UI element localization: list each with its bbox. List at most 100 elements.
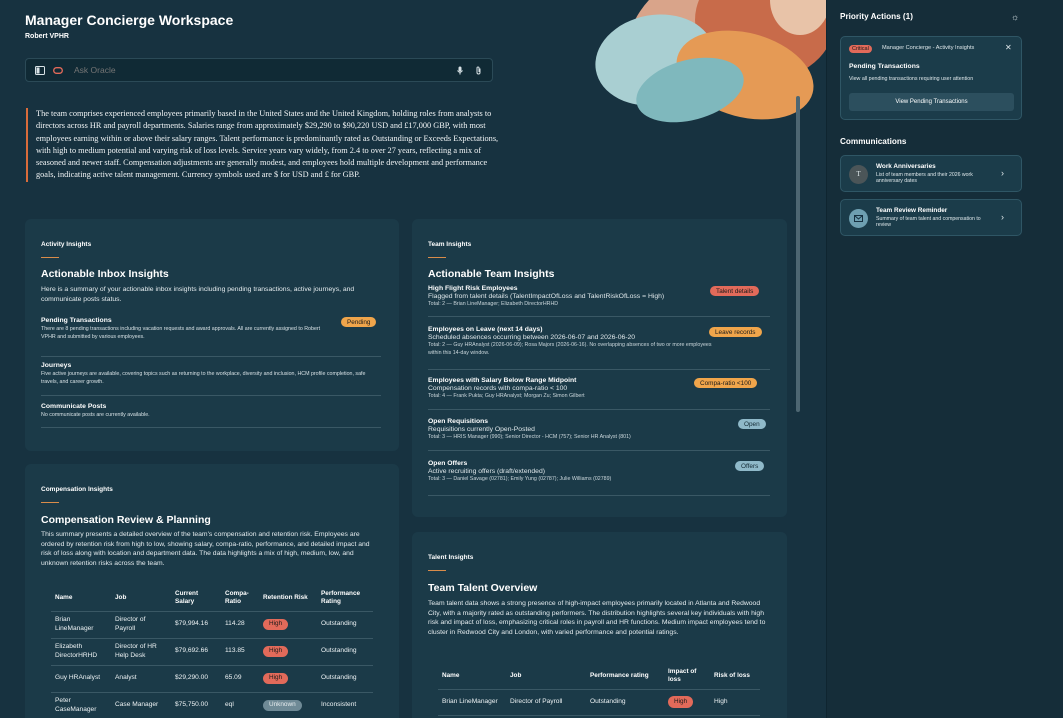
cell-rating: Outstanding: [586, 689, 664, 716]
ask-oracle-input[interactable]: [74, 65, 448, 75]
item-title: Open Offers: [428, 460, 468, 467]
list-item[interactable]: Pending Transactions There are 8 pending…: [41, 317, 381, 357]
activity-description: Here is a summary of your actionable inb…: [41, 286, 355, 303]
compensation-description: This summary presents a detailed overvie…: [41, 531, 370, 567]
communication-description: List of team members and their 2026 work…: [876, 172, 973, 185]
communication-item-work-anniversaries[interactable]: T Work Anniversaries List of team member…: [840, 155, 1022, 192]
view-pending-transactions-button[interactable]: View Pending Transactions: [849, 93, 1014, 111]
list-item[interactable]: Journeys Five active journeys are availa…: [41, 362, 381, 396]
column-header: Risk of loss: [710, 664, 760, 690]
column-header: Job: [111, 586, 171, 612]
item-text: Total: 3 — Daniel Savage (02781); Emily …: [428, 476, 612, 482]
table-row[interactable]: Brian LineManager Director of Payroll $7…: [51, 611, 373, 639]
panel-toggle-icon[interactable]: [34, 64, 46, 76]
item-title: Pending Transactions: [41, 317, 112, 324]
cell-rating: Outstanding: [317, 638, 373, 666]
table-row[interactable]: Brian LineManager Director of Payroll Ou…: [438, 689, 760, 716]
column-header: Name: [438, 664, 506, 690]
column-header: Name: [51, 586, 111, 612]
item-text: There are 8 pending transactions includi…: [41, 326, 321, 340]
list-item[interactable]: Open Offers Active recruiting offers (dr…: [428, 460, 770, 496]
team-kicker: Team Insights: [428, 241, 472, 248]
item-title: Open Requisitions: [428, 418, 489, 425]
item-text: Total: 2 — Brian LineManager; Elizabeth …: [428, 301, 559, 307]
item-text: Total: 3 — HRIS Manager (990); Senior Di…: [428, 434, 631, 440]
cell-name: Brian LineManager: [51, 611, 111, 639]
cell-name: Elizabeth DirectorHRHD: [51, 638, 111, 666]
kicker-divider: [428, 570, 446, 571]
communication-title: Work Anniversaries: [876, 163, 936, 170]
item-subtitle: Requisitions currently Open-Posted: [428, 426, 535, 433]
status-badge: Leave records: [709, 327, 762, 337]
column-header: Retention Risk: [259, 586, 317, 612]
critical-badge: Critical: [849, 45, 872, 53]
item-title: Communicate Posts: [41, 403, 107, 410]
status-badge: Compa-ratio <100: [694, 378, 758, 388]
column-header: Job: [506, 664, 586, 690]
risk-badge: High: [263, 618, 289, 631]
priority-card-description: View all pending transactions requiring …: [849, 76, 974, 82]
cell-name: Brian LineManager: [438, 689, 506, 716]
cell-job: Director of HR Help Desk: [111, 638, 171, 666]
right-panel: Priority Actions (1) ☼ Critical Manager …: [826, 0, 1063, 718]
cell-risk: Unknown: [259, 692, 317, 718]
table-row[interactable]: Peter CaseManager Case Manager $75,750.0…: [51, 692, 373, 718]
user-name: Robert VPHR: [25, 33, 69, 40]
cell-ratio: eql: [221, 692, 259, 718]
item-text: Total: 2 — Guy HRAnalyst (2026-06-09); R…: [428, 342, 712, 356]
communication-title: Team Review Reminder: [876, 207, 948, 214]
compensation-insights-card: Compensation Insights Compensation Revie…: [25, 464, 399, 718]
cell-risk: High: [259, 665, 317, 693]
close-icon[interactable]: ✕: [1005, 43, 1012, 52]
column-header: Current Salary: [171, 586, 221, 612]
cell-name: Guy HRAnalyst: [51, 665, 111, 693]
scrollbar[interactable]: [796, 96, 800, 412]
attachment-icon[interactable]: [472, 64, 484, 76]
status-badge: Offers: [735, 461, 765, 471]
microphone-icon[interactable]: [454, 64, 466, 76]
cell-job: Director of Payroll: [506, 689, 586, 716]
chevron-right-icon: ›: [1001, 168, 1004, 178]
table-row[interactable]: Guy HRAnalyst Analyst $29,290.00 65.09 H…: [51, 665, 373, 693]
cell-job: Case Manager: [111, 692, 171, 718]
column-header: Compa-Ratio: [221, 586, 259, 612]
settings-icon[interactable]: ☼: [1011, 12, 1019, 22]
kicker-divider: [428, 257, 446, 258]
team-insights-card: Team Insights Actionable Team Insights H…: [412, 219, 787, 517]
list-item[interactable]: Employees on Leave (next 14 days) Schedu…: [428, 326, 770, 370]
cell-impact: High: [664, 689, 710, 716]
list-item[interactable]: Employees with Salary Below Range Midpoi…: [428, 377, 770, 410]
item-text: Five active journeys are available, cove…: [41, 371, 366, 385]
cell-risk: High: [259, 638, 317, 666]
page-title: Manager Concierge Workspace: [25, 12, 234, 28]
item-subtitle: Active recruiting offers (draft/extended…: [428, 468, 545, 475]
cell-ratio: 113.85: [221, 638, 259, 666]
compensation-kicker: Compensation Insights: [41, 486, 113, 493]
chevron-right-icon: ›: [1001, 212, 1004, 222]
communications-heading: Communications: [840, 137, 907, 146]
compensation-table: Name Job Current Salary Compa-Ratio Rete…: [51, 586, 373, 718]
communication-item-team-review[interactable]: Team Review Reminder Summary of team tal…: [840, 199, 1022, 236]
talent-table: Name Job Performance rating Impact of lo…: [438, 664, 760, 716]
table-row[interactable]: Elizabeth DirectorHRHD Director of HR He…: [51, 638, 373, 666]
column-header: Performance rating: [586, 664, 664, 690]
list-item[interactable]: High Flight Risk Employees Flagged from …: [428, 285, 770, 317]
risk-badge: High: [263, 645, 289, 658]
cell-job: Analyst: [111, 665, 171, 693]
team-summary-text: The team comprises experienced employees…: [26, 108, 506, 182]
risk-badge: Unknown: [263, 699, 302, 712]
status-badge: Open: [738, 419, 766, 429]
team-title: Actionable Team Insights: [428, 268, 555, 280]
compensation-title: Compensation Review & Planning: [41, 514, 211, 526]
activity-kicker: Activity Insights: [41, 241, 92, 248]
cell-risk: High: [710, 689, 760, 716]
priority-source: Manager Concierge - Activity Insights: [882, 45, 975, 51]
list-item[interactable]: Open Requisitions Requisitions currently…: [428, 418, 770, 451]
item-text: Total: 4 — Frank Pukta; Guy HRAnalyst; M…: [428, 393, 585, 399]
ask-oracle-bar[interactable]: [25, 58, 493, 82]
activity-title: Actionable Inbox Insights: [41, 268, 169, 280]
status-badge: Talent details: [710, 286, 760, 296]
list-item[interactable]: Communicate Posts No communicate posts a…: [41, 403, 381, 428]
kicker-divider: [41, 502, 59, 503]
decorative-illustration: [595, 0, 826, 123]
